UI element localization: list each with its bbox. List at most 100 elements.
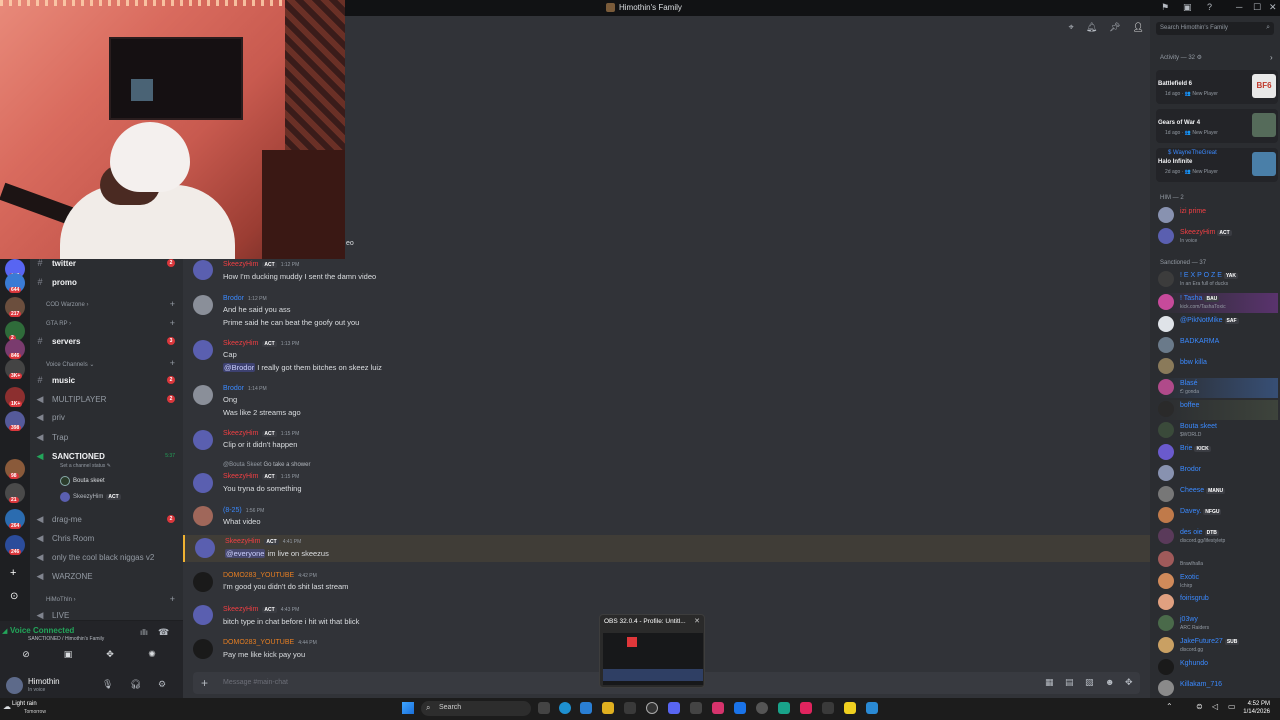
server-icon[interactable]: 217	[5, 297, 25, 317]
message[interactable]: (8-25) 1:56 PM What video	[183, 504, 1150, 530]
volume-icon[interactable]: ◁︎	[1212, 702, 1218, 711]
server-icon[interactable]: 398	[5, 411, 25, 431]
avatar[interactable]	[193, 605, 213, 625]
activity-card[interactable]: Battlefield 6 1d ago · 👥 New Player BF6	[1156, 70, 1278, 104]
member-item[interactable]: JakeFuture27 SUB discord.gg	[1158, 636, 1278, 656]
avatar[interactable]	[193, 639, 213, 659]
attach-plus-icon[interactable]: +	[201, 676, 208, 690]
add-channel-icon[interactable]: +	[170, 594, 175, 604]
voice-user[interactable]: Bouta skeet	[60, 476, 105, 486]
category-cod-warzone[interactable]: COD Warzone ›	[46, 302, 88, 308]
signal-icon[interactable]: ◢	[2, 627, 7, 635]
camera-off-icon[interactable]: ⊘	[12, 649, 40, 665]
member-item[interactable]: Killakam_716	[1158, 679, 1278, 698]
activities-icon[interactable]: ✥	[96, 649, 124, 665]
member-item[interactable]: j03wy ARC Raiders	[1158, 614, 1278, 634]
avatar[interactable]	[193, 340, 213, 360]
message[interactable]: SkeezyHim ACT 1:13 PM Cap @Brodor I really…	[183, 338, 1150, 374]
voice-channel-trap[interactable]: ◀︎ Trap	[30, 429, 183, 445]
edge-icon[interactable]	[559, 702, 571, 714]
member-item[interactable]: foirisgrub	[1158, 593, 1278, 613]
category-himothin[interactable]: HiMoThIn ›	[46, 597, 76, 603]
message[interactable]: Brodor 1:14 PM Ong Was like 2 streams ago	[183, 383, 1150, 417]
task-view-icon[interactable]	[538, 702, 550, 714]
member-item[interactable]: Exotic Ichirp	[1158, 572, 1278, 592]
channel-twitter[interactable]: # twitter 2	[30, 255, 183, 271]
close-button[interactable]: ✕	[1269, 2, 1277, 13]
username[interactable]: Himothin	[28, 677, 60, 686]
taskbar-clock[interactable]: 4:52 PM 1/14/2026	[1243, 700, 1270, 716]
file-explorer-icon[interactable]	[602, 702, 614, 714]
chevron-right-icon[interactable]: ›	[1270, 53, 1273, 62]
reply-author[interactable]: @Bouta Skeet	[223, 462, 262, 468]
activity-header[interactable]: Activity — 32 ⚙	[1160, 54, 1202, 61]
member-list-icon[interactable]: 👤︎	[1133, 22, 1144, 33]
server-icon[interactable]: 846	[5, 339, 25, 359]
voice-channel-chris-room[interactable]: ◀︎ Chris Room	[30, 530, 183, 546]
copilot-icon[interactable]	[580, 702, 592, 714]
voice-channel-cool[interactable]: ◀︎ only the cool black niggas v2	[30, 549, 183, 565]
user-avatar[interactable]	[6, 677, 23, 694]
obs-icon[interactable]	[646, 702, 658, 714]
member-item[interactable]: SkeezyHim ACT In voice	[1158, 227, 1278, 247]
gift-icon[interactable]: ▦	[1045, 677, 1054, 688]
screen-icon[interactable]: ▣	[1183, 2, 1192, 13]
channel-servers[interactable]: # servers 3	[30, 333, 183, 349]
category-gta-rp[interactable]: GTA RP ›	[46, 321, 71, 327]
network-icon[interactable]: ⊜	[1196, 702, 1203, 711]
sticker-icon[interactable]: ▧	[1085, 677, 1094, 688]
channel-promo[interactable]: # promo	[30, 274, 183, 290]
server-icon[interactable]: 1K+	[5, 387, 25, 407]
avatar[interactable]	[193, 295, 213, 315]
threads-icon[interactable]: ⌖	[1069, 22, 1074, 33]
server-icon[interactable]: 98	[5, 459, 25, 479]
apps-icon[interactable]: ✥	[1125, 677, 1133, 688]
app-icon[interactable]	[690, 702, 702, 714]
author-name[interactable]: DOMO283_YOUTUBE	[223, 639, 294, 646]
message-input[interactable]: Message #main-chat	[223, 679, 288, 686]
author-name[interactable]: SkeezyHim	[223, 430, 258, 437]
member-item[interactable]: Brodor	[1158, 464, 1278, 484]
member-item[interactable]: bbw killa	[1158, 357, 1278, 377]
close-icon[interactable]: ✕	[694, 617, 700, 625]
message[interactable]: SkeezyHim ACT 1:15 PM Clip or it didn't ha…	[183, 428, 1150, 452]
author-name[interactable]: DOMO283_YOUTUBE	[223, 572, 294, 579]
member-item[interactable]: Brawlhalla	[1158, 550, 1278, 570]
server-icon[interactable]: 3K+	[5, 359, 25, 379]
author-name[interactable]: SkeezyHim	[223, 261, 258, 268]
activity-card[interactable]: $ WayneTheGreat Halo Infinite 2d ago · 👥…	[1156, 148, 1278, 182]
taskbar-search[interactable]: ⌕ Search	[421, 701, 531, 716]
author-name[interactable]: Brodor	[223, 385, 244, 392]
member-item[interactable]: Cheese MANU	[1158, 485, 1278, 505]
member-item[interactable]: izi prime	[1158, 206, 1278, 226]
add-channel-icon[interactable]: +	[170, 318, 175, 328]
author-name[interactable]: SkeezyHim	[225, 538, 260, 545]
bell-icon[interactable]: 🔔︎	[1086, 22, 1097, 33]
server-icon[interactable]: 21	[5, 483, 25, 503]
disconnect-icon[interactable]: ☎	[158, 627, 169, 638]
sticky-notes-icon[interactable]	[844, 702, 856, 714]
add-channel-icon[interactable]: +	[170, 358, 175, 368]
discord-icon[interactable]	[668, 702, 680, 714]
voice-channel-path[interactable]: SANCTIONED / Himothin's Family	[28, 636, 104, 642]
member-item[interactable]: des oie DTB discord.gg/lifestyletp	[1158, 527, 1278, 547]
message-highlighted[interactable]: SkeezyHim ACT 4:41 PM @everyone im live on…	[183, 535, 1150, 562]
avatar[interactable]	[193, 506, 213, 526]
member-item[interactable]: Bouta skeet $WORLD	[1158, 421, 1278, 441]
screenshare-icon[interactable]: ▣	[54, 649, 82, 665]
author-name[interactable]: SkeezyHim	[223, 340, 258, 347]
store-icon[interactable]	[624, 702, 636, 714]
message[interactable]: SkeezyHim ACT 1:12 PM How I'm ducking mudd…	[183, 258, 1150, 284]
avatar[interactable]	[193, 430, 213, 450]
member-item[interactable]: ! E X P O Z E YAK In an Era full of ducks	[1158, 270, 1278, 290]
member-item[interactable]: boffee	[1158, 400, 1278, 420]
author-name[interactable]: (8-25)	[223, 507, 242, 514]
chatgpt-icon[interactable]	[756, 702, 768, 714]
app-icon[interactable]	[822, 702, 834, 714]
author-name[interactable]: Brodor	[223, 295, 244, 302]
channel-music[interactable]: # music 2	[30, 372, 183, 388]
server-search-input[interactable]: Search Himothin's Family ⌕	[1156, 22, 1274, 35]
weather-label[interactable]: Light rain	[12, 701, 37, 707]
obs-taskbar-preview[interactable]: OBS 32.0.4 - Profile: Untitl... ✕	[599, 614, 705, 688]
message[interactable]: DOMO283_YOUTUBE 4:42 PM I'm good you didn…	[183, 570, 1150, 596]
